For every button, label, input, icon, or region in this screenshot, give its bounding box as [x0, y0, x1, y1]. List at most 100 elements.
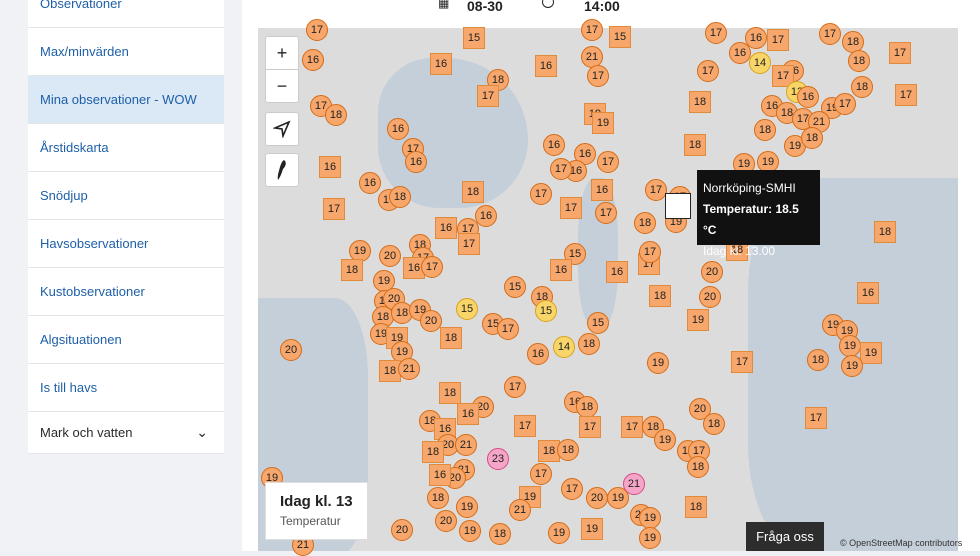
- temperature-marker[interactable]: 16: [405, 151, 427, 173]
- temperature-marker[interactable]: 21: [509, 499, 531, 521]
- temperature-marker[interactable]: 16: [729, 42, 751, 64]
- temperature-marker[interactable]: 16: [535, 55, 557, 77]
- temperature-marker[interactable]: 17: [645, 179, 667, 201]
- temperature-marker[interactable]: 17: [530, 183, 552, 205]
- temperature-marker[interactable]: 15: [587, 312, 609, 334]
- temperature-marker[interactable]: 18: [684, 134, 706, 156]
- temperature-marker[interactable]: 17: [639, 241, 661, 263]
- temperature-marker[interactable]: 19: [456, 496, 478, 518]
- temperature-marker[interactable]: 19: [860, 342, 882, 364]
- temperature-marker[interactable]: 18: [807, 349, 829, 371]
- ask-us-button[interactable]: Fråga oss: [746, 522, 824, 551]
- sidebar-item-kustobservationer[interactable]: Kustobservationer: [28, 268, 224, 316]
- temperature-marker[interactable]: 19: [687, 309, 709, 331]
- temperature-marker[interactable]: 20: [701, 261, 723, 283]
- temperature-marker[interactable]: 17: [587, 65, 609, 87]
- temperature-marker[interactable]: 16: [359, 172, 381, 194]
- temperature-marker[interactable]: 18: [634, 212, 656, 234]
- temperature-marker[interactable]: 19: [581, 518, 603, 540]
- temperature-marker[interactable]: 17: [458, 233, 480, 255]
- temperature-marker[interactable]: 16: [430, 53, 452, 75]
- temperature-marker[interactable]: 20: [420, 310, 442, 332]
- temperature-marker[interactable]: 17: [504, 376, 526, 398]
- temperature-marker[interactable]: 17: [705, 22, 727, 44]
- temperature-marker[interactable]: 18: [462, 181, 484, 203]
- zoom-out-button[interactable]: −: [266, 70, 298, 102]
- temperature-marker[interactable]: 17: [621, 416, 643, 438]
- temperature-marker[interactable]: 17: [421, 256, 443, 278]
- temperature-marker[interactable]: 18: [754, 119, 776, 141]
- temperature-marker[interactable]: 18: [389, 186, 411, 208]
- temperature-marker[interactable]: 17: [323, 198, 345, 220]
- temperature-marker[interactable]: 16: [429, 464, 451, 486]
- sidebar-item-wow[interactable]: Mina observationer - WOW: [28, 76, 224, 124]
- temperature-marker[interactable]: 16: [457, 403, 479, 425]
- temperature-marker[interactable]: 17: [550, 158, 572, 180]
- temperature-marker[interactable]: 19: [647, 352, 669, 374]
- temperature-marker[interactable]: 17: [477, 85, 499, 107]
- temperature-marker[interactable]: 18: [649, 285, 671, 307]
- temperature-marker[interactable]: 18: [439, 382, 461, 404]
- selected-station-marker[interactable]: [665, 193, 691, 219]
- locate-button[interactable]: [265, 112, 299, 146]
- temperature-marker[interactable]: 18: [874, 221, 896, 243]
- temperature-marker[interactable]: 18: [851, 76, 873, 98]
- temperature-marker[interactable]: 18: [848, 50, 870, 72]
- temperature-marker[interactable]: 17: [767, 29, 789, 51]
- temperature-marker[interactable]: 18: [576, 396, 598, 418]
- temperature-marker[interactable]: 16: [591, 179, 613, 201]
- sweden-extent-button[interactable]: [265, 153, 299, 187]
- temperature-marker[interactable]: 19: [459, 520, 481, 542]
- temperature-marker[interactable]: 17: [514, 415, 536, 437]
- temperature-marker[interactable]: 17: [834, 93, 856, 115]
- temperature-marker[interactable]: 20: [699, 286, 721, 308]
- temperature-marker[interactable]: 16: [435, 217, 457, 239]
- temperature-marker[interactable]: 17: [530, 463, 552, 485]
- temperature-marker[interactable]: 18: [801, 127, 823, 149]
- temperature-marker[interactable]: 19: [841, 355, 863, 377]
- temperature-marker[interactable]: 17: [731, 351, 753, 373]
- sidebar-item-maxmin[interactable]: Max/minvärden: [28, 28, 224, 76]
- temperature-marker[interactable]: 16: [543, 134, 565, 156]
- temperature-marker[interactable]: 15: [456, 298, 478, 320]
- temperature-marker[interactable]: 18: [341, 259, 363, 281]
- temperature-marker[interactable]: 18: [578, 333, 600, 355]
- temperature-marker[interactable]: 17: [805, 407, 827, 429]
- temperature-marker[interactable]: 18: [703, 413, 725, 435]
- temperature-marker[interactable]: 16: [527, 343, 549, 365]
- temperature-marker[interactable]: 18: [687, 456, 709, 478]
- sidebar-item-snodjup[interactable]: Snödjup: [28, 172, 224, 220]
- temperature-marker[interactable]: 17: [895, 84, 917, 106]
- temperature-marker[interactable]: 16: [550, 259, 572, 281]
- temperature-marker[interactable]: 23: [487, 448, 509, 470]
- sidebar-item-is-till-havs[interactable]: Is till havs: [28, 364, 224, 412]
- temperature-marker[interactable]: 20: [435, 510, 457, 532]
- temperature-marker[interactable]: 16: [319, 156, 341, 178]
- temperature-marker[interactable]: 19: [839, 335, 861, 357]
- temperature-marker[interactable]: 20: [586, 487, 608, 509]
- temperature-marker[interactable]: 17: [306, 19, 328, 41]
- sidebar-item-observationer[interactable]: Observationer: [28, 0, 224, 28]
- zoom-in-button[interactable]: +: [266, 37, 298, 70]
- temperature-marker[interactable]: 18: [440, 327, 462, 349]
- temperature-marker[interactable]: 15: [504, 276, 526, 298]
- temperature-marker[interactable]: 16: [387, 118, 409, 140]
- temperature-marker[interactable]: 19: [592, 112, 614, 134]
- temperature-marker[interactable]: 19: [548, 522, 570, 544]
- temperature-marker[interactable]: 17: [561, 478, 583, 500]
- temperature-marker[interactable]: 14: [749, 52, 771, 74]
- sidebar-item-arstidskarta[interactable]: Årstidskarta: [28, 124, 224, 172]
- temperature-marker[interactable]: 15: [463, 27, 485, 49]
- temperature-marker[interactable]: 16: [475, 205, 497, 227]
- temperature-marker[interactable]: 18: [685, 496, 707, 518]
- sidebar-item-mark-och-vatten[interactable]: Mark och vatten ⌄: [28, 412, 224, 454]
- temperature-marker[interactable]: 21: [455, 434, 477, 456]
- temperature-marker[interactable]: 19: [607, 487, 629, 509]
- temperature-marker[interactable]: 21: [398, 358, 420, 380]
- temperature-marker[interactable]: 14: [553, 336, 575, 358]
- temperature-marker[interactable]: 20: [379, 245, 401, 267]
- temperature-marker[interactable]: 15: [609, 26, 631, 48]
- temperature-marker[interactable]: 17: [697, 60, 719, 82]
- temperature-marker[interactable]: 19: [639, 507, 661, 529]
- temperature-marker[interactable]: 18: [557, 439, 579, 461]
